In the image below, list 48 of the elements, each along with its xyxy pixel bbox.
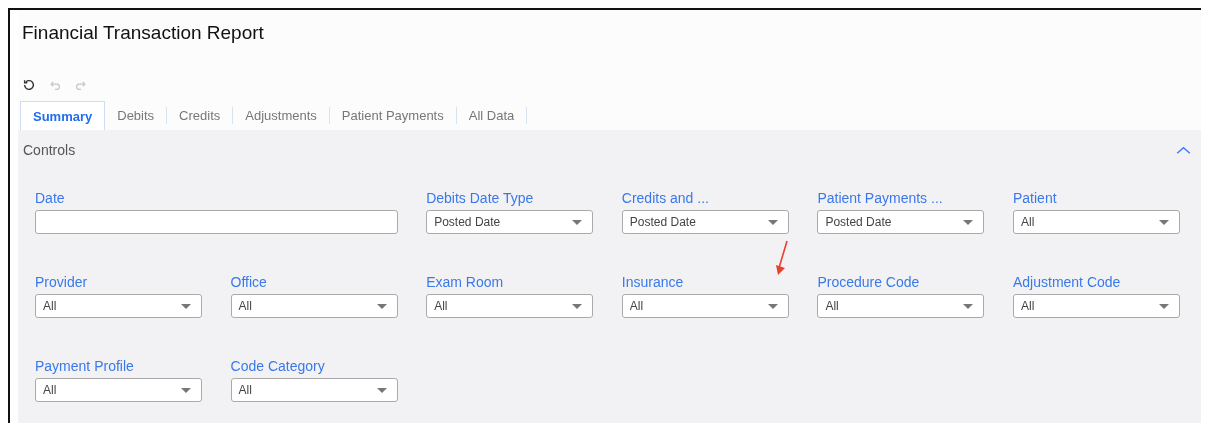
field-label: Patient bbox=[1012, 190, 1058, 206]
caret-icon bbox=[767, 303, 778, 309]
dropdown[interactable]: Posted Date bbox=[426, 210, 594, 234]
date-field[interactable] bbox=[35, 210, 398, 234]
caret-icon bbox=[376, 303, 387, 309]
caret-icon bbox=[572, 303, 583, 309]
caret-icon bbox=[181, 387, 191, 393]
field-label: Credits and ... bbox=[621, 190, 710, 206]
caret-icon bbox=[1158, 219, 1169, 225]
dropdown[interactable]: All bbox=[1012, 294, 1180, 318]
field-label: Exam Room bbox=[426, 274, 505, 290]
dropdown[interactable]: Posted Date bbox=[817, 210, 985, 234]
field-label: Office bbox=[230, 274, 268, 290]
caret-icon bbox=[767, 219, 778, 225]
reset-icon[interactable] bbox=[22, 78, 36, 92]
tab[interactable]: Credits bbox=[167, 107, 234, 124]
caret-icon bbox=[181, 303, 191, 309]
dropdown[interactable]: Posted Date bbox=[621, 210, 789, 234]
caret-icon bbox=[963, 303, 974, 309]
caret-icon bbox=[963, 219, 974, 225]
tab[interactable]: Summary bbox=[20, 101, 106, 130]
dropdown[interactable]: All bbox=[35, 294, 202, 318]
panel-title: Controls bbox=[23, 142, 76, 158]
tab[interactable]: Adjustments bbox=[233, 107, 330, 124]
field-label: Insurance bbox=[621, 274, 685, 290]
dropdown[interactable]: All bbox=[230, 294, 398, 318]
field-label: Payment Profile bbox=[35, 358, 135, 374]
dropdown[interactable]: All bbox=[230, 378, 398, 402]
field-label: Adjustment Code bbox=[1012, 274, 1122, 290]
field-label: Date bbox=[35, 190, 66, 206]
dropdown[interactable]: All bbox=[1012, 210, 1180, 234]
caret-icon bbox=[376, 387, 387, 393]
tab[interactable]: Patient Payments bbox=[329, 107, 457, 124]
field-label: Patient Payments ... bbox=[817, 190, 944, 206]
field-label: Code Category bbox=[230, 358, 326, 374]
dropdown[interactable]: All bbox=[35, 378, 202, 402]
field-label: Procedure Code bbox=[817, 274, 921, 290]
collapse-icon[interactable] bbox=[1176, 145, 1191, 155]
tab[interactable]: Debits bbox=[105, 107, 168, 124]
caret-icon bbox=[1158, 303, 1169, 309]
field-label: Provider bbox=[35, 274, 89, 290]
caret-icon bbox=[572, 219, 583, 225]
dropdown[interactable]: All bbox=[817, 294, 985, 318]
dropdown[interactable]: All bbox=[426, 294, 594, 318]
tab[interactable]: All Data bbox=[456, 107, 528, 124]
page-title: Financial Transaction Report bbox=[21, 21, 265, 45]
field-label: Debits Date Type bbox=[426, 190, 535, 206]
dropdown[interactable]: All bbox=[621, 294, 789, 318]
